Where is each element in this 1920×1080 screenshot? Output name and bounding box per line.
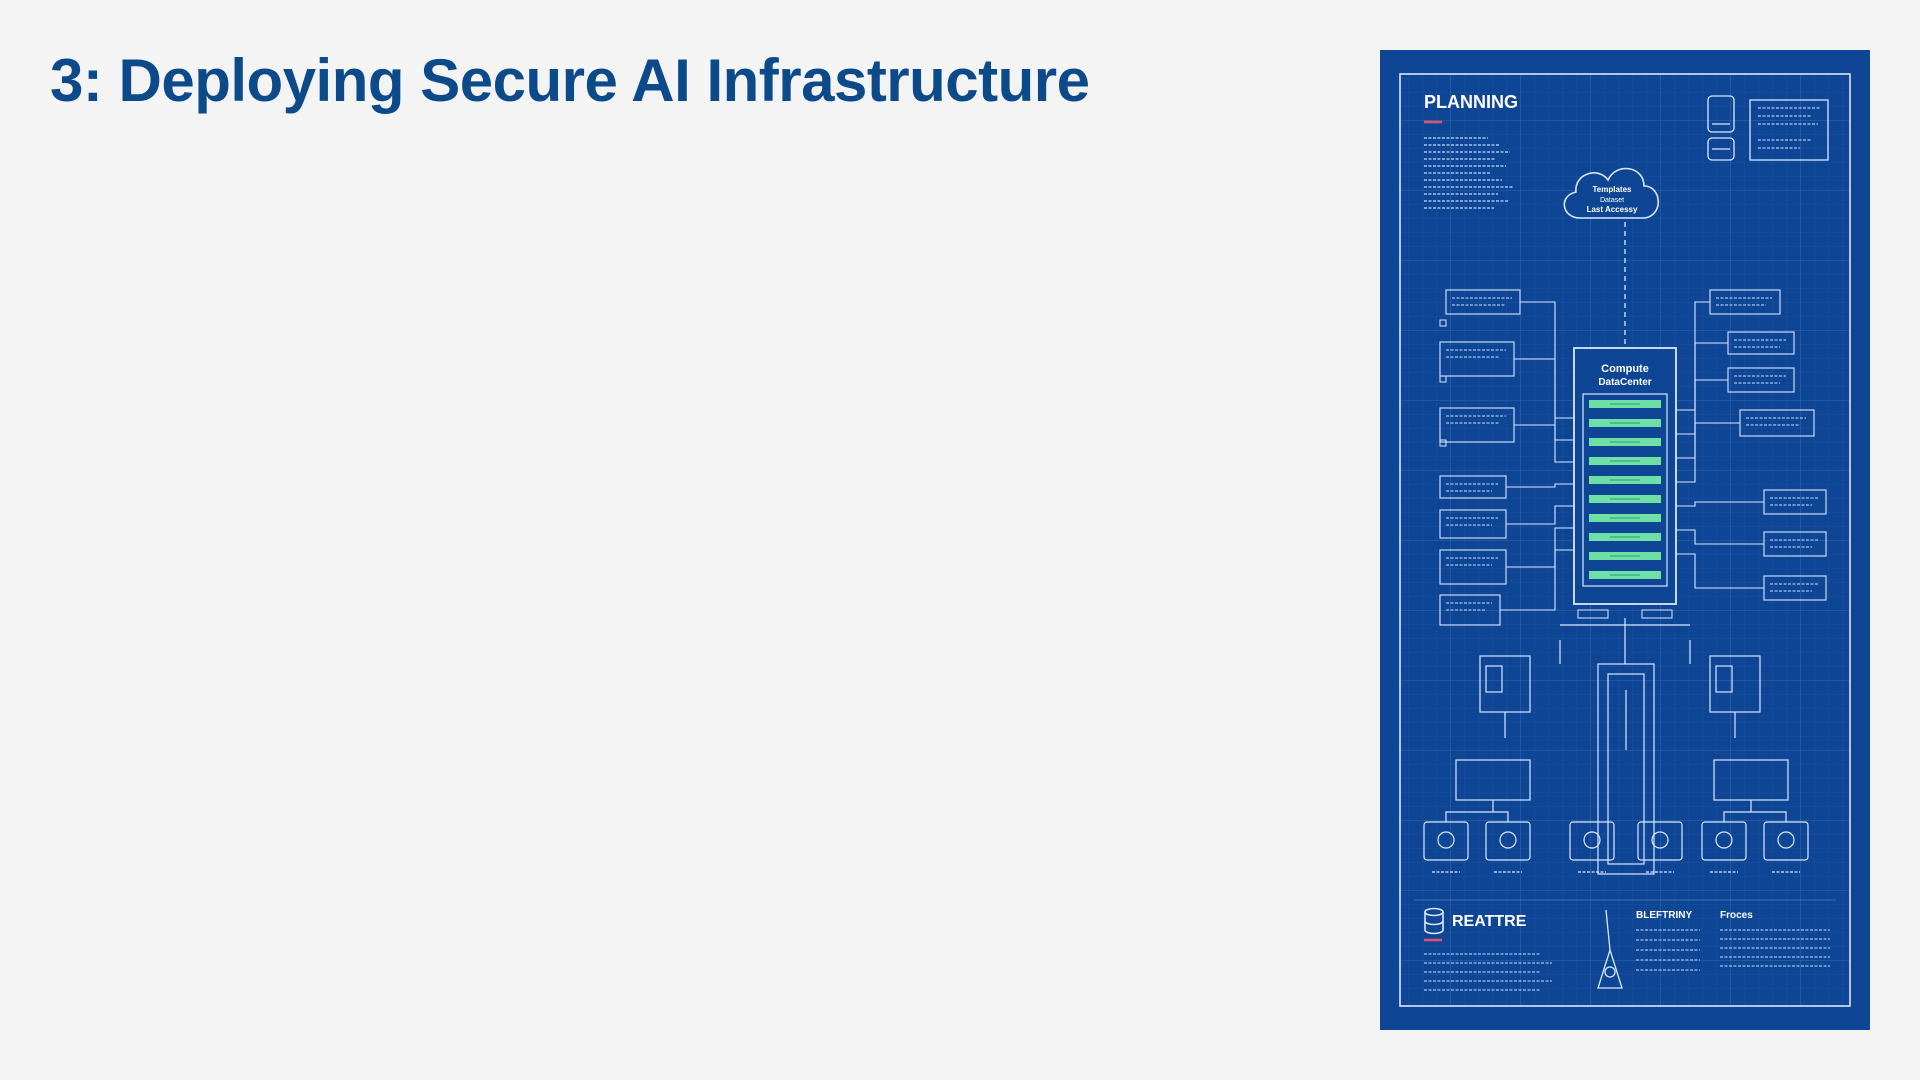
- slide-title: 3: Deploying Secure AI Infrastructure: [50, 47, 1090, 114]
- datacenter-label-2: DataCenter: [1598, 377, 1651, 388]
- blueprint-illustration: PLANNING Templates Dataset Last Accessy …: [1380, 50, 1870, 1030]
- planning-heading: PLANNING: [1424, 92, 1518, 112]
- cloud-label-1: Templates: [1593, 185, 1633, 194]
- bottom-left-heading: REATTRE: [1452, 913, 1527, 930]
- cloud-label-2: Dataset: [1600, 197, 1624, 204]
- server-rack-icon: Compute DataCenter: [1573, 347, 1677, 619]
- bottom-right-heading: Froces: [1720, 910, 1753, 921]
- bottom-mid-heading: BLEFTRINY: [1636, 910, 1692, 921]
- cloud-label-3: Last Accessy: [1587, 205, 1638, 214]
- datacenter-label-1: Compute: [1601, 363, 1649, 375]
